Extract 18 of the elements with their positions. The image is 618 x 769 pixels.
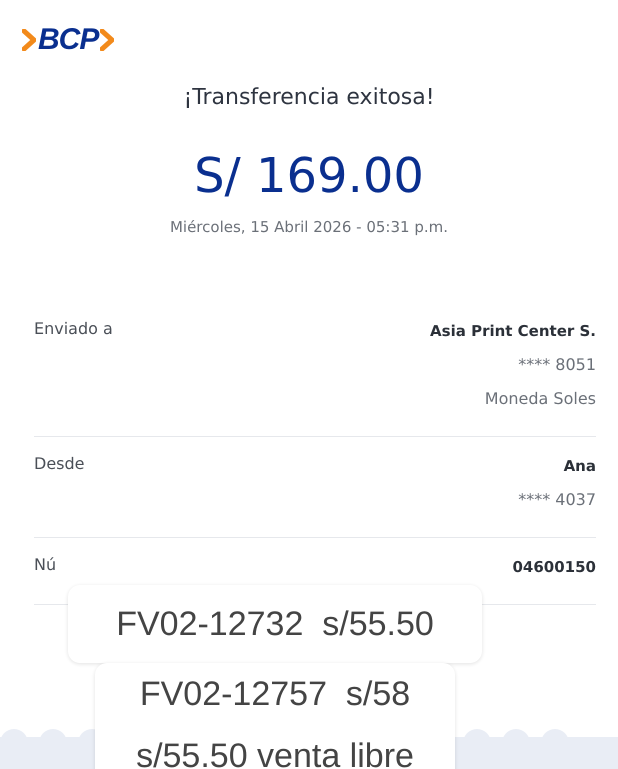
amount-text: S/ 169.00: [193, 148, 425, 204]
detail-value: **** 8051: [518, 354, 596, 376]
logo-text: BCP: [38, 25, 98, 55]
detail-value: Moneda Soles: [484, 388, 596, 410]
status-title: ¡Transferencia exitosa!: [182, 84, 436, 112]
detail-label: Enviado a: [34, 318, 113, 340]
date-text: Miércoles, 15 Abril 2026 - 05:31 p.m.: [168, 218, 450, 236]
detail-value: **** 4037: [518, 489, 596, 511]
chevron-icon: [22, 29, 36, 51]
detail-value: 04600150: [512, 557, 596, 578]
note-text: FV02-12757 s/58: [140, 674, 410, 715]
detail-value: Ana: [564, 456, 596, 477]
detail-label: Desde: [34, 453, 84, 475]
detail-label: Nú: [34, 554, 56, 576]
chevron-icon: [100, 29, 114, 51]
note-text: FV02-12732 s/55.50: [116, 604, 434, 645]
note-text: s/55.50 venta libre: [136, 736, 414, 769]
detail-value: Asia Print Center S.: [430, 321, 596, 342]
